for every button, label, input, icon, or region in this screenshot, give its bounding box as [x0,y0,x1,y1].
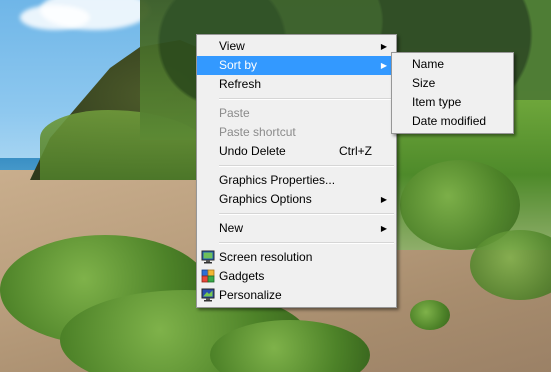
monitor-icon [201,250,215,264]
submenu-item-date-modified-label: Date modified [412,114,487,128]
menu-separator [219,98,394,100]
menu-item-view[interactable]: View ▶ [197,37,396,56]
menu-item-gadgets[interactable]: Gadgets [197,267,396,286]
menu-item-personalize[interactable]: Personalize [197,286,396,305]
menu-item-screen-resolution-label: Screen resolution [219,250,313,264]
menu-item-gadgets-label: Gadgets [219,269,265,283]
sort-by-submenu: Name Size Item type Date modified [391,52,514,134]
personalize-icon [201,288,215,302]
menu-item-graphics-options-label: Graphics Options [219,192,312,206]
submenu-arrow-icon: ▶ [380,61,387,70]
menu-separator [219,165,394,167]
menu-item-paste[interactable]: Paste [197,104,396,123]
submenu-item-date-modified[interactable]: Date modified [392,112,513,131]
gadgets-icon [201,269,215,283]
submenu-item-item-type[interactable]: Item type [392,93,513,112]
menu-item-refresh[interactable]: Refresh [197,75,396,94]
menu-item-screen-resolution[interactable]: Screen resolution [197,248,396,267]
menu-item-new[interactable]: New ▶ [197,219,396,238]
menu-item-view-label: View [219,39,245,53]
menu-item-personalize-label: Personalize [219,288,282,302]
submenu-arrow-icon: ▶ [380,224,387,233]
menu-separator [219,213,394,215]
menu-item-refresh-label: Refresh [219,77,262,91]
menu-item-undo-delete-shortcut: Ctrl+Z [339,144,372,158]
submenu-item-name[interactable]: Name [392,55,513,74]
submenu-item-size-label: Size [412,76,436,90]
menu-item-sort-by-label: Sort by [219,58,258,72]
menu-item-graphics-properties-label: Graphics Properties... [219,173,336,187]
submenu-item-name-label: Name [412,57,445,71]
menu-separator [219,242,394,244]
menu-item-undo-delete-label: Undo Delete [219,144,286,158]
menu-item-paste-shortcut[interactable]: Paste shortcut [197,123,396,142]
submenu-item-item-type-label: Item type [412,95,462,109]
submenu-item-size[interactable]: Size [392,74,513,93]
submenu-arrow-icon: ▶ [380,42,387,51]
submenu-arrow-icon: ▶ [380,195,387,204]
menu-item-paste-label: Paste [219,106,250,120]
menu-item-sort-by[interactable]: Sort by ▶ [197,56,396,75]
menu-item-undo-delete[interactable]: Undo Delete Ctrl+Z [197,142,396,161]
desktop-context-menu: View ▶ Sort by ▶ Refresh Paste Paste sho… [196,34,397,308]
menu-item-graphics-options[interactable]: Graphics Options ▶ [197,190,396,209]
menu-item-new-label: New [219,221,244,235]
menu-item-graphics-properties[interactable]: Graphics Properties... [197,171,396,190]
menu-item-paste-shortcut-label: Paste shortcut [219,125,296,139]
